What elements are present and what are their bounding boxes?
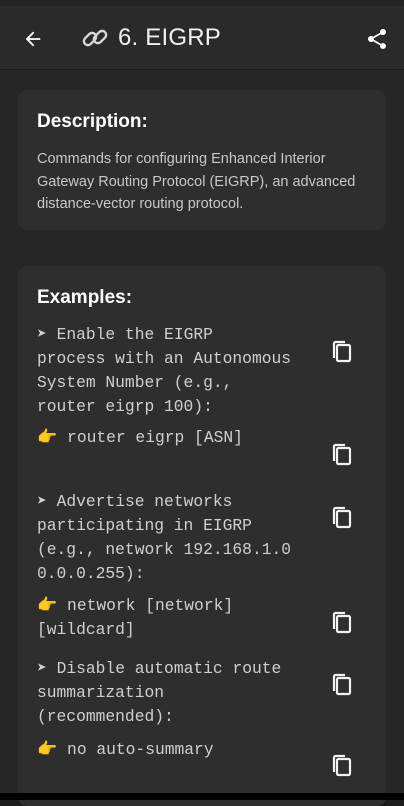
- example-line: ➤ Advertise networks: [37, 492, 233, 511]
- content-area[interactable]: Description: Commands for configuring En…: [0, 70, 404, 806]
- copy-description-button[interactable]: [330, 504, 356, 532]
- page-title-text: 6. EIGRP: [118, 24, 221, 51]
- share-icon: [368, 29, 386, 49]
- arrow-left-icon: [25, 31, 41, 47]
- example-line: System Number (e.g.,: [37, 373, 233, 392]
- copy-icon: [332, 443, 352, 466]
- example-line: router eigrp 100):: [37, 397, 213, 416]
- example-line: (e.g., network 192.168.1.0: [37, 540, 292, 559]
- copy-icon: [332, 340, 352, 363]
- system-nav-bar: [0, 793, 404, 800]
- copy-command-button[interactable]: [330, 441, 356, 469]
- example-line: (recommended):: [37, 707, 174, 726]
- copy-icon: [332, 506, 352, 529]
- example-command: 👉 network [network] [wildcard]: [37, 594, 233, 642]
- description-card: Description: Commands for configuring En…: [18, 90, 386, 230]
- copy-icon: [332, 673, 352, 696]
- command-line: 👉 router eigrp [ASN]: [37, 428, 243, 447]
- examples-heading: Examples:: [37, 287, 133, 308]
- link-icon: [80, 23, 110, 53]
- example-line: ➤ Enable the EIGRP: [37, 325, 213, 344]
- example-command: 👉 no auto-summary: [37, 738, 214, 762]
- copy-command-button[interactable]: [330, 609, 356, 637]
- copy-command-button[interactable]: [330, 752, 356, 780]
- example-description: ➤ Enable the EIGRP process with an Auton…: [37, 323, 291, 419]
- back-button[interactable]: [18, 24, 48, 54]
- copy-description-button[interactable]: [330, 338, 356, 366]
- example-description: ➤ Disable automatic route summarization …: [37, 657, 281, 729]
- copy-icon: [332, 611, 352, 634]
- example-line: 0.0.0.255):: [37, 564, 145, 583]
- command-line: [wildcard]: [37, 620, 135, 639]
- share-button[interactable]: [362, 24, 392, 54]
- example-line: participating in EIGRP: [37, 516, 252, 535]
- command-line: 👉 network [network]: [37, 596, 234, 615]
- copy-icon: [332, 754, 352, 777]
- examples-card: Examples: ➤ Enable the EIGRP process wit…: [18, 266, 386, 806]
- app-bar: 6. EIGRP: [0, 6, 404, 70]
- example-line: summarization: [37, 683, 165, 702]
- description-text: Commands for configuring Enhanced Interi…: [37, 151, 356, 212]
- example-line: process with an Autonomous: [37, 349, 292, 368]
- example-line: ➤ Disable automatic route: [37, 659, 282, 678]
- command-line: 👉 no auto-summary: [37, 740, 214, 759]
- example-command: 👉 router eigrp [ASN]: [37, 426, 243, 450]
- example-description: ➤ Advertise networks participating in EI…: [37, 490, 291, 586]
- page-title: 6. EIGRP: [80, 22, 221, 54]
- copy-description-button[interactable]: [330, 671, 356, 699]
- description-heading: Description:: [37, 111, 148, 132]
